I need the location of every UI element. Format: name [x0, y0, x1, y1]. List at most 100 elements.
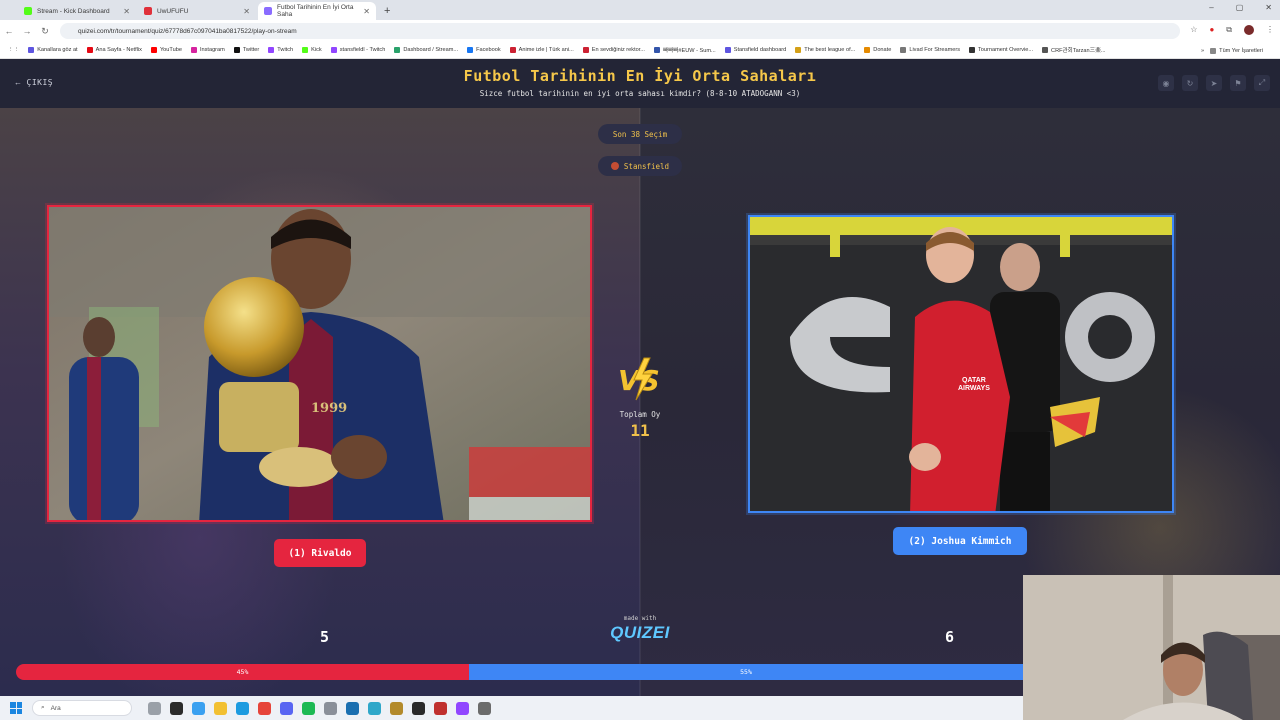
app-icon[interactable]: [434, 701, 447, 715]
bookmark-icon: [467, 47, 474, 53]
bookmark-item[interactable]: Kanallara göz at: [28, 46, 78, 54]
bookmark-icon: [268, 47, 275, 53]
app-icon[interactable]: [478, 701, 491, 715]
all-bookmarks[interactable]: » Tüm Yer İşaretleri: [1201, 42, 1272, 58]
league-icon[interactable]: [390, 701, 403, 715]
bookmark-item[interactable]: Ana Sayfa - Netflix: [86, 46, 142, 54]
vote-count-right: 6: [945, 628, 955, 646]
bookmark-item[interactable]: The best league of...: [795, 46, 855, 54]
total-votes-label: Toplam Oy: [619, 410, 661, 419]
bookmark-item[interactable]: Livad For Streamers: [900, 46, 960, 54]
browser-tab[interactable]: UwUFUFU ✕: [138, 2, 256, 20]
windows-start-icon[interactable]: [10, 702, 22, 714]
window-controls: – ▢ ✕: [1209, 3, 1272, 12]
bookmark-icon: [302, 47, 309, 53]
vote-button-left[interactable]: (1) Rivaldo: [274, 539, 366, 567]
option-card-right[interactable]: QATAR AIRWAYS: [748, 215, 1174, 513]
quizei-logo[interactable]: QUIZEI: [600, 623, 680, 643]
maximize-icon[interactable]: ▢: [1236, 3, 1244, 12]
bookmark-item[interactable]: Facebook: [467, 46, 501, 54]
bookmark-label: Anime izle | Türk ani...: [518, 47, 574, 53]
close-window-icon[interactable]: ✕: [1265, 3, 1272, 12]
bookmark-item[interactable]: En sevdiğiniz rektor...: [582, 46, 645, 54]
browser-tab[interactable]: Stream - Kick Dashboard ✕: [18, 2, 136, 20]
twitch-icon[interactable]: [456, 701, 469, 715]
total-votes-value: 11: [630, 421, 650, 440]
bookmark-icon: [509, 47, 516, 53]
settings-icon[interactable]: [324, 701, 337, 715]
fullscreen-icon[interactable]: ⤢: [1254, 75, 1270, 91]
close-icon[interactable]: ✕: [243, 7, 250, 16]
bookmark-item[interactable]: Kick: [302, 46, 322, 54]
share-icon[interactable]: ➤: [1206, 75, 1222, 91]
made-with-label: made with: [623, 615, 657, 622]
tab-label: Futbol Tarihinin En İyi Orta Saha: [277, 4, 354, 18]
copilot-icon[interactable]: [192, 701, 205, 715]
bookmark-label: Tournament Overvie...: [978, 47, 1034, 53]
extensions-icon[interactable]: ⧉: [1226, 25, 1232, 37]
bookmark-label: Facebook: [476, 47, 501, 53]
taskbar-apps: [148, 701, 491, 715]
minimize-icon[interactable]: –: [1209, 3, 1213, 12]
bookmark-item[interactable]: CRF관회Tarzan三楽...: [1042, 46, 1105, 54]
eye-icon[interactable]: ◉: [1158, 75, 1174, 91]
option-card-left[interactable]: 1999: [47, 205, 592, 522]
menu-icon[interactable]: ⋮: [1266, 25, 1274, 37]
back-arrow-icon[interactable]: ←: [0, 26, 18, 36]
bookmark-item[interactable]: Tournament Overvie...: [969, 46, 1033, 54]
search-placeholder: Ara: [50, 704, 61, 712]
url-field[interactable]: quizei.com/tr/tournament/quiz/67778d67c0…: [60, 23, 1180, 39]
uwufufu-icon: [144, 7, 152, 15]
bookmark-item[interactable]: Anime izle | Türk ani...: [509, 46, 574, 54]
bookmark-item[interactable]: 빠빠빠#EUW - Sum...: [653, 46, 716, 54]
rivaldo-photo: 1999: [49, 207, 590, 520]
taskview-icon[interactable]: [170, 701, 183, 715]
svg-text:1999: 1999: [311, 401, 347, 416]
search-icon: ⌕: [41, 704, 45, 711]
edge-icon[interactable]: [236, 701, 249, 715]
bookmark-item[interactable]: Stansfield dashboard: [724, 46, 786, 54]
streamer-camera: [1023, 575, 1280, 720]
new-tab-icon[interactable]: +: [384, 2, 390, 20]
streamer-badge: Stansfield: [598, 156, 682, 176]
obs-icon[interactable]: [412, 701, 425, 715]
spotify-icon[interactable]: [302, 701, 315, 715]
bookmark-label: 빠빠빠#EUW - Sum...: [662, 48, 716, 54]
taskbar-search[interactable]: ⌕ Ara: [32, 700, 132, 716]
bookmark-item[interactable]: Twitch: [268, 46, 293, 54]
bookmark-icon: [86, 47, 93, 53]
flag-icon[interactable]: ⚑: [1230, 75, 1246, 91]
svg-text:QATAR: QATAR: [962, 377, 986, 384]
reload-icon[interactable]: ↻: [36, 26, 54, 37]
vote-button-right[interactable]: (2) Joshua Kimmich: [893, 527, 1027, 555]
discord-icon[interactable]: [280, 701, 293, 715]
chrome-icon[interactable]: [258, 701, 271, 715]
bookmark-item[interactable]: Donate: [864, 46, 891, 54]
close-icon[interactable]: ✕: [123, 7, 130, 16]
browser-tab-active[interactable]: Futbol Tarihinin En İyi Orta Saha ✕: [258, 2, 376, 20]
bookmark-item[interactable]: stansfieldl - Twitch: [330, 46, 385, 54]
refresh-icon[interactable]: ↻: [1182, 75, 1198, 91]
avatar[interactable]: [1244, 25, 1254, 37]
opera-icon[interactable]: ●: [1209, 25, 1214, 37]
forward-arrow-icon[interactable]: →: [18, 26, 36, 36]
star-icon[interactable]: ☆: [1190, 25, 1197, 37]
notepad-icon[interactable]: [368, 701, 381, 715]
widget-icon[interactable]: [148, 701, 161, 715]
bookmark-item[interactable]: Twitter: [233, 46, 259, 54]
browser-toolbar-icons: ☆ ● ⧉ ⋮: [1190, 25, 1274, 37]
bookmark-item[interactable]: Instagram: [190, 46, 225, 54]
bookmark-label: YouTube: [159, 47, 182, 53]
bookmark-label: En sevdiğiniz rektor...: [591, 47, 645, 53]
bookmark-icon: [969, 47, 975, 53]
bookmark-label: Kick: [311, 47, 322, 53]
bookmark-item[interactable]: YouTube: [150, 46, 182, 54]
folder-icon[interactable]: [214, 701, 227, 715]
close-icon[interactable]: ✕: [363, 7, 370, 16]
steam-icon[interactable]: [346, 701, 359, 715]
tab-label: Stream - Kick Dashboard: [37, 7, 110, 15]
bookmark-label: CRF관회Tarzan三楽...: [1051, 48, 1106, 54]
apps-icon[interactable]: ⋮⋮: [8, 47, 19, 53]
page-subtitle: Sizce futbol tarihinin en iyi orta sahas…: [479, 89, 801, 98]
bookmark-item[interactable]: Dashboard / Stream...: [394, 46, 458, 54]
